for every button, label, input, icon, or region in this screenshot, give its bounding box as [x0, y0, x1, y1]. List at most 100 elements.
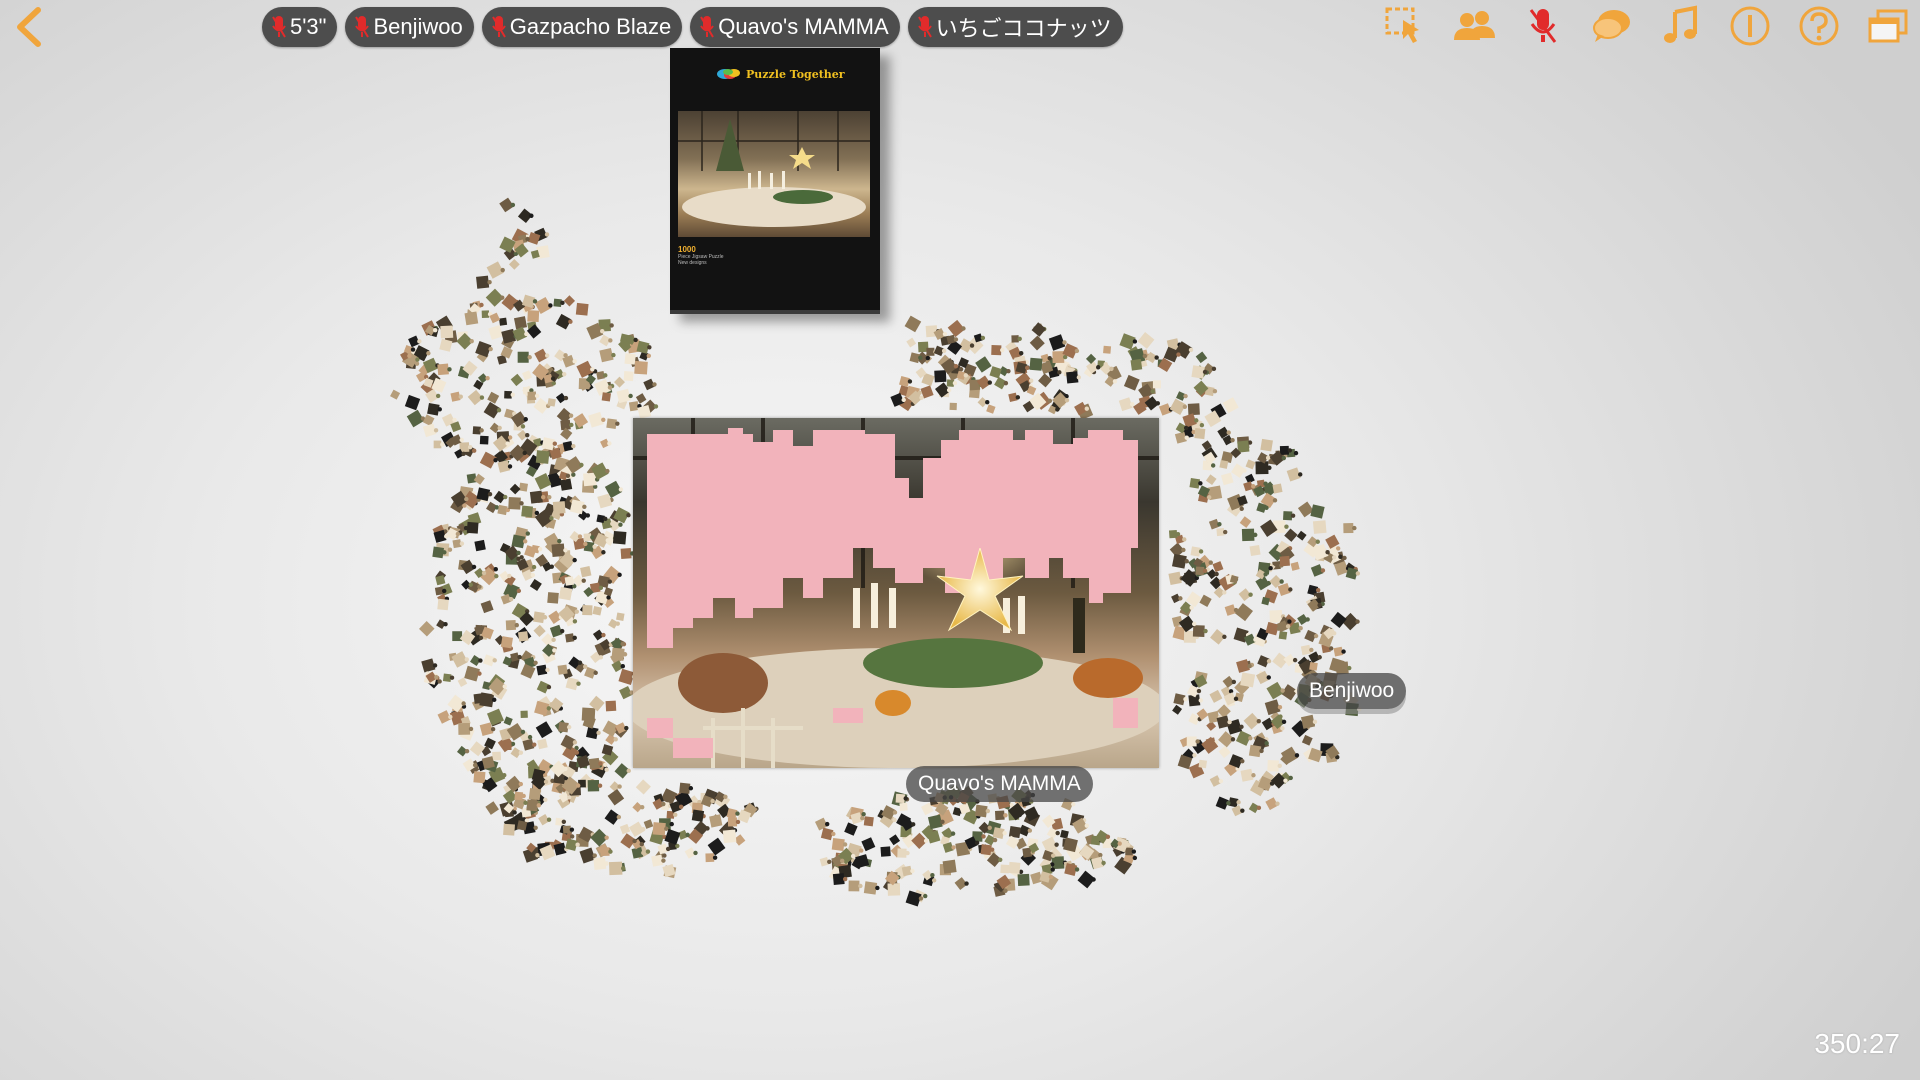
- loose-puzzle-piece[interactable]: [456, 745, 470, 757]
- loose-puzzle-piece[interactable]: [600, 847, 613, 857]
- loose-puzzle-piece[interactable]: [1216, 527, 1228, 537]
- loose-puzzle-piece[interactable]: [517, 208, 534, 224]
- loose-puzzle-piece[interactable]: [643, 819, 654, 829]
- loose-puzzle-piece[interactable]: [974, 804, 991, 818]
- loose-puzzle-piece[interactable]: [552, 501, 566, 514]
- loose-puzzle-piece[interactable]: [1145, 351, 1159, 364]
- loose-puzzle-piece[interactable]: [887, 883, 901, 896]
- microphone-button[interactable]: [1521, 4, 1565, 48]
- loose-puzzle-piece[interactable]: [1171, 593, 1183, 604]
- loose-puzzle-piece[interactable]: [679, 782, 694, 794]
- loose-puzzle-piece[interactable]: [1187, 403, 1200, 416]
- loose-puzzle-piece[interactable]: [1234, 603, 1253, 622]
- loose-puzzle-piece[interactable]: [1310, 504, 1325, 519]
- loose-puzzle-piece[interactable]: [592, 606, 602, 616]
- loose-puzzle-piece[interactable]: [1218, 745, 1231, 759]
- loose-puzzle-piece[interactable]: [547, 592, 559, 604]
- loose-puzzle-piece[interactable]: [1279, 555, 1290, 567]
- loose-puzzle-piece[interactable]: [897, 848, 910, 858]
- loose-puzzle-piece[interactable]: [1264, 699, 1283, 716]
- loose-puzzle-piece[interactable]: [1301, 734, 1313, 746]
- loose-puzzle-piece[interactable]: [1255, 575, 1272, 591]
- loose-puzzle-piece[interactable]: [518, 482, 528, 492]
- loose-puzzle-piece[interactable]: [722, 829, 737, 844]
- loose-puzzle-piece[interactable]: [510, 652, 522, 662]
- loose-puzzle-piece[interactable]: [1066, 371, 1082, 384]
- loose-puzzle-piece[interactable]: [1190, 546, 1204, 557]
- loose-puzzle-piece[interactable]: [504, 742, 512, 751]
- loose-puzzle-piece[interactable]: [942, 859, 957, 874]
- loose-puzzle-piece[interactable]: [1008, 392, 1021, 402]
- loose-puzzle-piece[interactable]: [619, 685, 634, 700]
- loose-puzzle-piece[interactable]: [1209, 689, 1223, 703]
- loose-puzzle-piece[interactable]: [1238, 588, 1253, 602]
- loose-puzzle-piece[interactable]: [559, 478, 573, 491]
- loose-puzzle-piece[interactable]: [527, 391, 540, 401]
- loose-puzzle-piece[interactable]: [466, 521, 479, 534]
- loose-puzzle-piece[interactable]: [600, 438, 612, 449]
- loose-puzzle-piece[interactable]: [503, 716, 513, 726]
- loose-puzzle-piece[interactable]: [1018, 824, 1033, 837]
- loose-puzzle-piece[interactable]: [504, 390, 515, 399]
- loose-puzzle-piece[interactable]: [991, 344, 1005, 356]
- loose-puzzle-piece[interactable]: [488, 325, 504, 340]
- loose-puzzle-piece[interactable]: [848, 880, 863, 892]
- loose-puzzle-piece[interactable]: [601, 392, 611, 402]
- loose-puzzle-piece[interactable]: [1152, 380, 1161, 389]
- loose-puzzle-piece[interactable]: [949, 402, 957, 411]
- loose-puzzle-piece[interactable]: [422, 423, 439, 438]
- loose-puzzle-piece[interactable]: [1192, 625, 1208, 637]
- loose-puzzle-piece[interactable]: [509, 483, 521, 495]
- loose-puzzle-piece[interactable]: [408, 335, 422, 348]
- loose-puzzle-piece[interactable]: [1240, 672, 1256, 688]
- loose-puzzle-piece[interactable]: [599, 347, 616, 363]
- loose-puzzle-piece[interactable]: [1077, 870, 1096, 889]
- loose-puzzle-piece[interactable]: [1176, 391, 1188, 401]
- loose-puzzle-piece[interactable]: [901, 865, 915, 877]
- loose-puzzle-piece[interactable]: [1297, 613, 1310, 626]
- loose-puzzle-piece[interactable]: [899, 375, 913, 387]
- loose-puzzle-piece[interactable]: [469, 655, 483, 667]
- loose-puzzle-piece[interactable]: [534, 348, 550, 363]
- loose-puzzle-piece[interactable]: [992, 827, 1007, 839]
- loose-puzzle-piece[interactable]: [464, 665, 482, 682]
- loose-puzzle-piece[interactable]: [1300, 644, 1314, 656]
- loose-puzzle-piece[interactable]: [994, 376, 1009, 390]
- puzzle-box[interactable]: Puzzle Together 1000 Piece Jigsaw Puzzle…: [670, 48, 880, 314]
- loose-puzzle-piece[interactable]: [844, 822, 858, 836]
- loose-puzzle-piece[interactable]: [664, 828, 681, 845]
- loose-puzzle-piece[interactable]: [1272, 483, 1283, 494]
- puzzle-board[interactable]: [633, 418, 1159, 768]
- loose-puzzle-piece[interactable]: [636, 340, 652, 354]
- loose-puzzle-piece[interactable]: [1103, 345, 1112, 354]
- loose-puzzle-piece[interactable]: [508, 497, 524, 510]
- loose-puzzle-piece[interactable]: [1029, 357, 1043, 371]
- loose-puzzle-piece[interactable]: [899, 802, 908, 811]
- loose-puzzle-piece[interactable]: [558, 721, 572, 733]
- loose-puzzle-piece[interactable]: [584, 666, 598, 679]
- loose-puzzle-piece[interactable]: [442, 673, 455, 682]
- loose-puzzle-piece[interactable]: [498, 317, 508, 326]
- loose-puzzle-piece[interactable]: [489, 422, 502, 434]
- loose-puzzle-piece[interactable]: [1173, 693, 1188, 706]
- loose-puzzle-piece[interactable]: [1123, 374, 1140, 391]
- chat-button[interactable]: [1590, 4, 1634, 48]
- loose-puzzle-piece[interactable]: [880, 846, 891, 857]
- loose-puzzle-piece[interactable]: [1208, 518, 1222, 530]
- loose-puzzle-piece[interactable]: [596, 370, 608, 380]
- loose-puzzle-piece[interactable]: [1309, 661, 1318, 671]
- loose-puzzle-piece[interactable]: [1241, 528, 1258, 542]
- loose-puzzle-piece[interactable]: [592, 629, 606, 641]
- loose-puzzle-piece[interactable]: [1235, 730, 1253, 746]
- loose-puzzle-piece[interactable]: [497, 504, 511, 516]
- loose-puzzle-piece[interactable]: [436, 619, 448, 630]
- loose-puzzle-piece[interactable]: [533, 611, 548, 624]
- loose-puzzle-piece[interactable]: [634, 360, 648, 375]
- loose-puzzle-piece[interactable]: [447, 694, 466, 713]
- loose-puzzle-piece[interactable]: [437, 598, 449, 611]
- loose-puzzle-piece[interactable]: [933, 345, 947, 357]
- loose-puzzle-piece[interactable]: [1222, 397, 1239, 414]
- loose-puzzle-piece[interactable]: [861, 837, 876, 852]
- loose-puzzle-piece[interactable]: [819, 857, 832, 867]
- loose-puzzle-piece[interactable]: [556, 407, 574, 424]
